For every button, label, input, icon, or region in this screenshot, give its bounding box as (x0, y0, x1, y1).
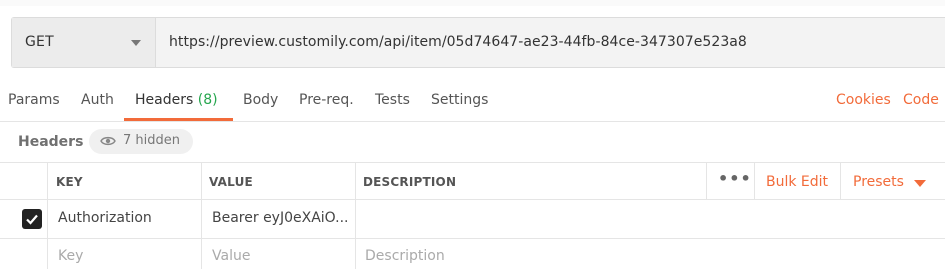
method-label: GET (25, 34, 54, 50)
hidden-headers-label: 7 hidden (123, 133, 180, 148)
url-group: GET https://preview.customily.com/api/it… (11, 17, 945, 68)
column-divider (201, 239, 202, 269)
row-enabled-checkbox[interactable] (22, 209, 42, 229)
column-divider (840, 163, 841, 199)
column-divider (754, 163, 755, 199)
new-header-row: Key Value Description (0, 239, 945, 269)
tab-headers[interactable]: Headers (8) (135, 92, 218, 108)
tab-pre-request[interactable]: Pre-req. (299, 92, 354, 108)
headers-subheader: Headers 7 hidden (0, 122, 945, 162)
checkmark-icon (26, 214, 38, 225)
tab-auth[interactable]: Auth (81, 92, 114, 108)
new-description-input[interactable]: Description (365, 248, 445, 264)
url-input[interactable]: https://preview.customily.com/api/item/0… (169, 34, 747, 50)
chevron-down-icon (131, 40, 141, 46)
column-divider (47, 200, 48, 238)
bulk-edit-button[interactable]: Bulk Edit (766, 174, 828, 190)
method-select[interactable]: GET (12, 18, 156, 67)
column-divider (355, 200, 356, 238)
header-key-cell[interactable]: Authorization (58, 210, 152, 226)
tab-tests[interactable]: Tests (375, 92, 410, 108)
column-divider (706, 163, 707, 199)
column-divider (47, 163, 48, 199)
tab-params[interactable]: Params (8, 92, 60, 108)
code-link[interactable]: Code (903, 92, 939, 108)
tab-headers-count: (8) (197, 92, 218, 108)
tab-headers-label: Headers (135, 92, 194, 108)
table-row: Authorization Bearer eyJ0eXAiO... (0, 200, 945, 239)
top-strip (0, 0, 945, 6)
headers-title: Headers (18, 134, 84, 150)
headers-table: KEY VALUE DESCRIPTION ••• Bulk Edit Pres… (0, 162, 945, 269)
eye-icon (100, 136, 116, 146)
cookies-link[interactable]: Cookies (836, 92, 891, 108)
column-divider (355, 239, 356, 269)
header-value-cell[interactable]: Bearer eyJ0eXAiO... (212, 210, 348, 226)
column-divider (47, 239, 48, 269)
presets-chevron-down-icon[interactable] (914, 180, 926, 187)
column-divider (355, 163, 356, 199)
tab-body[interactable]: Body (243, 92, 278, 108)
hidden-headers-toggle[interactable]: 7 hidden (89, 129, 193, 154)
column-header-key: KEY (56, 175, 83, 189)
new-value-input[interactable]: Value (212, 248, 250, 264)
column-header-value: VALUE (209, 175, 253, 189)
tab-settings[interactable]: Settings (431, 92, 488, 108)
presets-button[interactable]: Presets (853, 174, 904, 190)
column-divider (201, 163, 202, 199)
more-options-icon[interactable]: ••• (718, 169, 752, 188)
table-header-row: KEY VALUE DESCRIPTION ••• Bulk Edit Pres… (0, 162, 945, 200)
request-bar: GET https://preview.customily.com/api/it… (0, 0, 945, 80)
new-key-input[interactable]: Key (58, 248, 83, 264)
column-header-description: DESCRIPTION (363, 175, 457, 189)
column-divider (201, 200, 202, 238)
request-tabs: Params Auth Headers (8) Body Pre-req. Te… (0, 80, 945, 122)
active-tab-indicator (124, 118, 233, 121)
